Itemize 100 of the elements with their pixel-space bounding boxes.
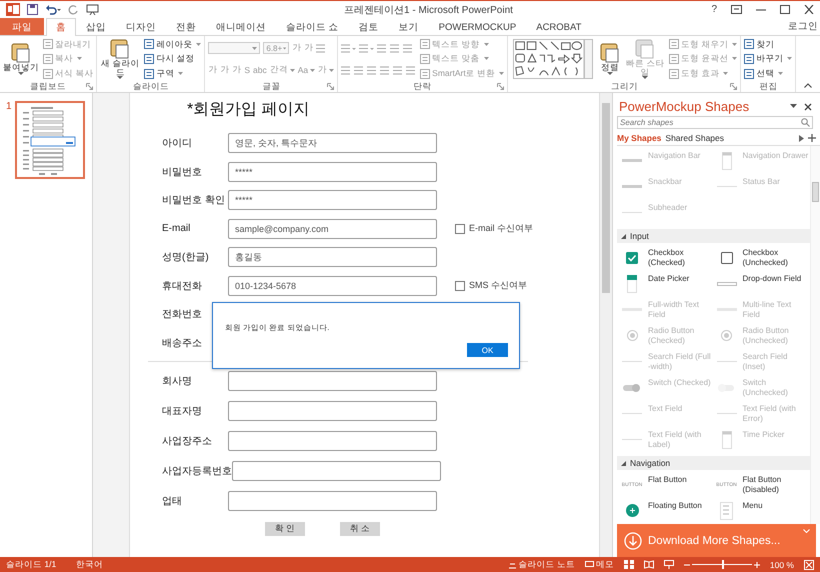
ribbon-button[interactable]: 정렬 xyxy=(599,43,622,75)
section-header[interactable]: Navigation xyxy=(617,456,810,470)
ribbon-button[interactable]: 붙여넣기 xyxy=(3,43,39,75)
page-title: *회원가입 페이지 xyxy=(186,100,311,120)
expand-icon[interactable] xyxy=(799,134,804,142)
shape-item[interactable]: Menu xyxy=(716,498,810,524)
ribbon-button[interactable]: 선택 xyxy=(744,68,784,79)
reading-view-icon[interactable] xyxy=(644,560,654,569)
shape-item[interactable]: Checkbox (Unchecked) xyxy=(716,245,810,271)
sign-in-link[interactable]: 로그인 xyxy=(788,20,820,33)
scrollbar[interactable] xyxy=(599,93,612,557)
ribbon-tab[interactable]: 삽입 xyxy=(76,18,116,35)
shape-item[interactable]: Drop-down Field xyxy=(716,271,810,297)
help-button[interactable]: ? xyxy=(711,4,717,15)
add-icon[interactable] xyxy=(808,134,816,142)
chevron-icon[interactable] xyxy=(803,529,810,533)
form-button[interactable]: 취 소 xyxy=(340,522,380,536)
dialog-launcher-icon[interactable] xyxy=(86,83,94,90)
dialog-launcher-icon[interactable] xyxy=(497,83,504,90)
input-field[interactable]: 홍길동 xyxy=(228,247,437,268)
ribbon-button[interactable]: 새 슬라이드 xyxy=(100,38,140,80)
caret-icon xyxy=(290,68,295,72)
close-icon[interactable] xyxy=(804,5,814,14)
checkbox[interactable] xyxy=(455,280,465,291)
ribbon-tab[interactable]: 홈 xyxy=(46,18,76,36)
ribbon-button[interactable]: 레이아웃 xyxy=(144,39,202,50)
input-field[interactable] xyxy=(228,491,437,511)
input-field[interactable] xyxy=(228,401,437,421)
group-label: 단락 xyxy=(414,80,432,92)
caret-icon xyxy=(732,42,738,46)
ribbon-display-icon[interactable] xyxy=(731,5,742,14)
ribbon-tool-icon xyxy=(669,68,680,79)
redo-icon[interactable] xyxy=(68,4,79,15)
notes-button[interactable]: 슬라이드 노트 xyxy=(508,558,575,570)
ribbon-tool-icon xyxy=(744,68,754,79)
line-shape-icon xyxy=(716,361,736,362)
phone-screen-icon xyxy=(722,430,732,448)
input-field[interactable]: sample@company.com xyxy=(228,218,437,239)
scrollbar[interactable] xyxy=(810,146,820,524)
ribbon-tool-icon xyxy=(144,54,154,64)
ribbon-tab[interactable]: ACROBAT xyxy=(526,18,592,35)
ribbon-button[interactable]: 다시 설정 xyxy=(144,54,195,64)
zoom-in-icon[interactable] xyxy=(754,562,760,568)
download-icon xyxy=(624,532,642,550)
input-field[interactable]: 영문, 숫자, 특수문자 xyxy=(228,133,437,154)
checkbox-checked-icon xyxy=(626,252,638,264)
input-field[interactable]: 010-1234-5678 xyxy=(228,276,437,296)
collapse-ribbon-icon[interactable] xyxy=(804,83,812,88)
dropdown-icon[interactable] xyxy=(790,104,797,109)
undo-icon[interactable] xyxy=(45,4,61,15)
language-indicator[interactable]: 한국어 xyxy=(76,558,104,570)
shape-item[interactable]: Floating Button xyxy=(621,498,716,524)
ok-button[interactable]: OK xyxy=(467,343,508,357)
section-header[interactable]: Input xyxy=(617,229,810,243)
input-field[interactable]: ***** xyxy=(228,162,437,182)
slide-thumbnail[interactable] xyxy=(14,101,85,179)
fit-to-window-icon[interactable] xyxy=(804,560,814,570)
form-button[interactable]: 확 인 xyxy=(265,522,305,536)
download-banner[interactable]: Download More Shapes... xyxy=(617,524,816,557)
field-label: E-mail xyxy=(162,223,192,234)
normal-view-icon[interactable] xyxy=(624,560,634,569)
search-field[interactable]: Search shapes xyxy=(617,116,813,129)
caret-icon xyxy=(310,68,316,72)
zoom-out-icon[interactable] xyxy=(684,562,690,568)
dialog-launcher-icon[interactable] xyxy=(730,83,738,90)
ribbon-tool-icon xyxy=(420,39,430,50)
save-icon[interactable] xyxy=(27,4,38,15)
slideshow-icon[interactable] xyxy=(664,560,674,569)
close-icon[interactable] xyxy=(804,102,812,110)
comments-button[interactable]: 메모 xyxy=(584,558,614,570)
ribbon-tab[interactable]: 전환 xyxy=(166,18,206,35)
ribbon-tool-icon xyxy=(144,68,154,79)
panel-tab[interactable]: Shared Shapes xyxy=(665,133,724,143)
ribbon-tab[interactable]: POWERMOCKUP xyxy=(428,18,526,35)
shape-item[interactable]: Checkbox (Checked) xyxy=(621,245,716,271)
input-field[interactable] xyxy=(232,461,441,481)
ribbon-tab[interactable]: 보기 xyxy=(388,18,429,35)
file-tab[interactable]: 파일 xyxy=(0,18,44,35)
ribbon-tab[interactable]: 애니메이션 xyxy=(206,18,276,35)
dialog-launcher-icon[interactable] xyxy=(327,83,334,90)
ribbon-button[interactable]: 구역 xyxy=(144,68,184,79)
caret-icon xyxy=(787,57,792,60)
ribbon-button[interactable]: 찾기 xyxy=(744,39,774,50)
panel-tab[interactable]: My Shapes xyxy=(617,133,662,143)
shapes-gallery-drawing[interactable] xyxy=(511,39,596,79)
comment-icon xyxy=(584,560,594,568)
ribbon-button[interactable]: 바꾸기 xyxy=(744,54,792,64)
ribbon-tab[interactable]: 검토 xyxy=(348,18,389,35)
checkbox[interactable] xyxy=(455,224,465,234)
ribbon-tool-icon xyxy=(10,43,32,64)
slideshow-icon[interactable] xyxy=(86,4,99,15)
maximize-icon[interactable] xyxy=(780,5,790,14)
group-label: 편집 xyxy=(759,80,778,92)
shape-item[interactable]: Date Picker xyxy=(621,271,716,297)
input-field[interactable] xyxy=(228,431,437,451)
ribbon-tab[interactable]: 디자인 xyxy=(116,18,166,35)
zoom-slider[interactable] xyxy=(722,560,724,569)
input-field[interactable] xyxy=(228,371,437,391)
input-field[interactable]: ***** xyxy=(228,190,437,210)
ribbon-tab[interactable]: 슬라이드 쇼 xyxy=(276,18,349,35)
